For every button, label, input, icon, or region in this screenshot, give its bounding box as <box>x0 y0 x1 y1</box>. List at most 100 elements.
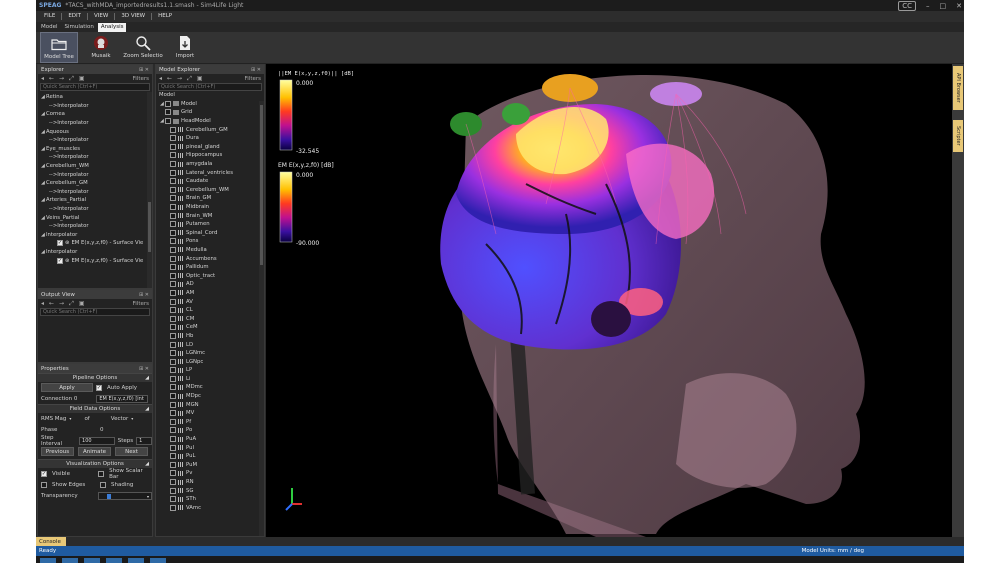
collapse-icon[interactable]: ◂ <box>159 75 162 82</box>
model-tree-item[interactable]: Putamen <box>156 220 264 229</box>
menu-view[interactable]: VIEW <box>90 11 112 22</box>
show-edges-checkbox[interactable] <box>41 481 47 488</box>
visibility-checkbox[interactable] <box>170 384 176 391</box>
visibility-checkbox[interactable] <box>170 350 176 357</box>
3d-viewport[interactable]: ||EM E(x,y,z,f0)|| [dB] 0.000 -32.545 EM… <box>266 64 952 537</box>
visibility-checkbox[interactable] <box>165 118 171 125</box>
view-icon[interactable]: ▣ <box>79 75 85 82</box>
explorer-tree-item[interactable]: -->Interpolator <box>38 102 152 111</box>
visibility-checkbox[interactable] <box>170 341 176 348</box>
model-tree-item[interactable]: Pv <box>156 469 264 478</box>
maximize-button[interactable]: □ <box>940 2 947 10</box>
collapse-icon[interactable]: ◂ <box>41 300 44 307</box>
explorer-tree-item[interactable]: ◢ Cornea <box>38 110 152 119</box>
visibility-checkbox[interactable] <box>170 152 176 159</box>
collapse-icon[interactable]: ◂ <box>41 75 44 82</box>
explorer-tree-item[interactable]: ◢ Eye_muscles <box>38 145 152 154</box>
explorer-tree-item[interactable]: -->Interpolator <box>38 153 152 162</box>
previous-button[interactable]: Previous <box>41 447 74 456</box>
model-tree-item[interactable]: Spinal_Cord <box>156 229 264 238</box>
visibility-checkbox[interactable] <box>170 307 176 314</box>
arrow-left-icon[interactable]: ← <box>49 75 54 82</box>
visibility-checkbox[interactable] <box>170 212 176 219</box>
model-tree-item[interactable]: AM <box>156 289 264 298</box>
model-tree-item[interactable]: CeM <box>156 323 264 332</box>
model-tree-item[interactable]: Medulla <box>156 246 264 255</box>
menu-3d-view[interactable]: 3D VIEW <box>117 11 149 22</box>
zoom-selection-button[interactable]: Zoom Selectio <box>123 32 163 63</box>
cc-badge[interactable]: CC <box>898 1 916 11</box>
chevron-down-icon[interactable]: ▾ <box>131 416 133 421</box>
menu-help[interactable]: HELP <box>154 11 176 22</box>
visibility-checkbox[interactable] <box>170 143 176 150</box>
model-tree-item[interactable]: MDmc <box>156 383 264 392</box>
visibility-checkbox[interactable] <box>170 436 176 443</box>
visibility-checkbox[interactable] <box>170 169 176 176</box>
model-tree-item[interactable]: PuM <box>156 461 264 470</box>
explorer-tree-item[interactable]: ◢ Interpolator <box>38 231 152 240</box>
connection-select[interactable]: EM E(x,y,z,f0) [int <box>96 394 149 403</box>
model-tree-item[interactable]: Brain_GM <box>156 194 264 203</box>
minimize-button[interactable]: – <box>926 2 930 10</box>
visibility-checkbox[interactable] <box>170 444 176 451</box>
explorer-search-input[interactable]: Quick Search (Ctrl+F) <box>40 83 150 91</box>
model-tree-item[interactable]: STh <box>156 495 264 504</box>
model-tree-item[interactable]: Pallidum <box>156 263 264 272</box>
arrow-right-icon[interactable]: → <box>59 300 64 307</box>
taskbar-item[interactable] <box>84 558 100 563</box>
panel-pin-close-icon[interactable]: ⊞ ✕ <box>139 67 149 73</box>
visibility-checkbox[interactable] <box>170 410 176 417</box>
show-scalar-bar-checkbox[interactable] <box>98 470 105 477</box>
visibility-checkbox[interactable] <box>170 264 176 271</box>
model-tree-item[interactable]: VAmc <box>156 504 264 513</box>
explorer-tree-item[interactable]: -->Interpolator <box>38 188 152 197</box>
arrow-right-icon[interactable]: → <box>177 75 182 82</box>
pipeline-options-section[interactable]: Pipeline Options ◢ <box>38 373 152 382</box>
visibility-checkbox[interactable] <box>170 298 176 305</box>
visibility-checkbox[interactable] <box>170 324 176 331</box>
taskbar-item[interactable] <box>150 558 166 563</box>
visibility-checkbox[interactable] <box>170 272 176 279</box>
panel-pin-close-icon[interactable]: ⊞ ✕ <box>139 292 149 298</box>
panel-pin-close-icon[interactable]: ⊞ ✕ <box>251 67 261 73</box>
next-button[interactable]: Next <box>115 447 148 456</box>
model-search-input[interactable]: Quick Search (Ctrl+F) <box>158 83 262 91</box>
explorer-tree-item[interactable]: ◢ Cerebellum_GM <box>38 179 152 188</box>
visualization-options-section[interactable]: Visualization Options ◢ <box>38 459 152 468</box>
steps-input[interactable]: 1 <box>136 436 152 445</box>
model-tree-item[interactable]: SG <box>156 486 264 495</box>
visibility-checkbox[interactable] <box>170 229 176 236</box>
visibility-checkbox[interactable] <box>170 496 176 503</box>
model-tree-item[interactable]: Cerebellum_GM <box>156 125 264 134</box>
explorer-tree-item[interactable]: -->Interpolator <box>38 136 152 145</box>
model-tree-item[interactable]: Lateral_ventricles <box>156 168 264 177</box>
apply-button[interactable]: Apply <box>41 383 93 392</box>
console-tab[interactable]: Console <box>36 537 66 546</box>
visibility-checkbox[interactable] <box>170 332 176 339</box>
arrow-left-icon[interactable]: ← <box>49 300 54 307</box>
vector-select[interactable]: Vector <box>111 416 129 422</box>
model-tree-item[interactable]: PuA <box>156 435 264 444</box>
close-button[interactable]: ✕ <box>956 2 962 10</box>
visibility-checkbox[interactable] <box>170 281 176 288</box>
visibility-checkbox[interactable] <box>170 238 176 245</box>
model-tree-item[interactable]: LD <box>156 340 264 349</box>
expand-icon[interactable]: ⤢ <box>187 75 192 83</box>
model-tree-item[interactable]: Grid <box>156 108 264 117</box>
visible-checkbox[interactable]: ✓ <box>41 470 47 477</box>
visibility-checkbox[interactable] <box>165 109 171 116</box>
transparency-slider[interactable]: ▾ <box>98 491 152 500</box>
model-tree-item[interactable]: MGN <box>156 400 264 409</box>
model-tree-item[interactable]: Pons <box>156 237 264 246</box>
model-tree-item[interactable]: Midbrain <box>156 203 264 212</box>
visibility-checkbox[interactable] <box>170 255 176 262</box>
model-tree-item[interactable]: CL <box>156 306 264 315</box>
model-tree-item[interactable]: LGNmc <box>156 349 264 358</box>
visibility-checkbox[interactable] <box>170 358 176 365</box>
tab-model[interactable]: Model <box>38 23 61 32</box>
model-tree-item[interactable]: LP <box>156 366 264 375</box>
visibility-checkbox[interactable] <box>170 221 176 228</box>
visibility-checkbox[interactable] <box>170 453 176 460</box>
model-tree-item[interactable]: Accumbens <box>156 254 264 263</box>
model-scrollbar[interactable] <box>259 101 264 536</box>
